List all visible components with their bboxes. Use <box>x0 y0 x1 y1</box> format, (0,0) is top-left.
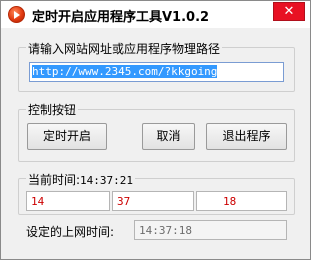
control-buttons-label: 控制按钮 <box>26 101 79 118</box>
exit-program-button[interactable]: 退出程序 <box>206 123 287 150</box>
current-time-heading: 当前时间:14:37:21 <box>26 171 136 188</box>
url-input[interactable]: http://www.2345.com/?kkgoing <box>29 62 284 82</box>
current-time-label: 当前时间: <box>28 173 81 187</box>
set-time-field: 14:37:18 <box>134 220 287 240</box>
cancel-button[interactable]: 取消 <box>142 123 195 150</box>
app-play-icon <box>8 6 25 23</box>
url-group-label: 请输入网站网址或应用程序物理路径 <box>26 40 223 57</box>
second-input[interactable]: 18 <box>196 191 287 211</box>
app-window: 定时开启应用程序工具V1.0.2 ✕ 请输入网站网址或应用程序物理路径 http… <box>0 0 311 260</box>
window-title: 定时开启应用程序工具V1.0.2 <box>32 10 210 25</box>
minute-input[interactable]: 37 <box>112 191 194 211</box>
start-timer-button[interactable]: 定时开启 <box>27 123 107 150</box>
url-input-value: http://www.2345.com/?kkgoing <box>32 65 218 78</box>
set-time-label: 设定的上网时间: <box>26 225 115 239</box>
current-time-value: 14:37:21 <box>80 174 134 187</box>
title-bar: 定时开启应用程序工具V1.0.2 ✕ <box>1 1 310 28</box>
hour-input[interactable]: 14 <box>26 191 110 211</box>
close-button[interactable]: ✕ <box>273 2 305 21</box>
